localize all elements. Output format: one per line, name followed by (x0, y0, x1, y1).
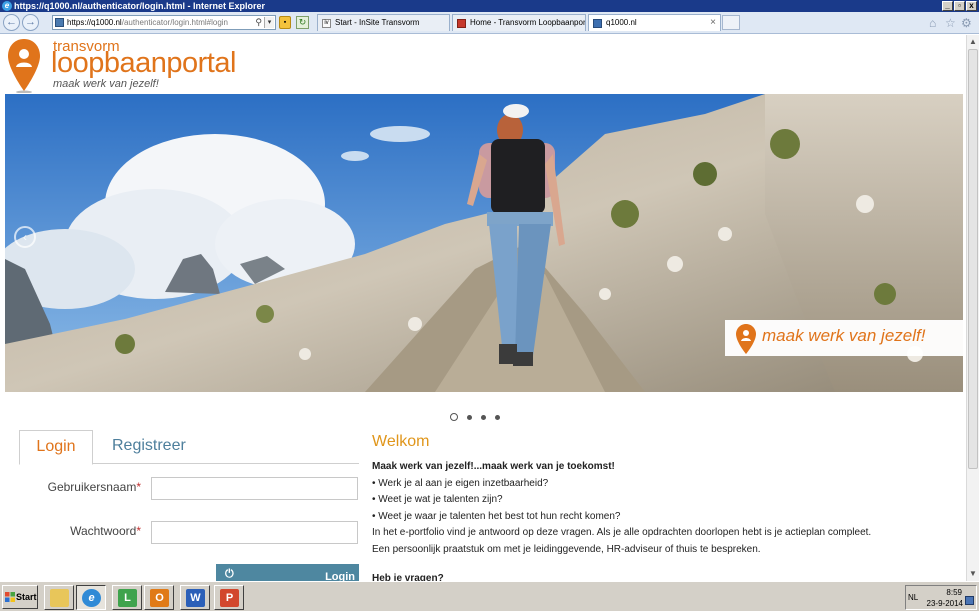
login-button[interactable]: ⏻ Login (216, 564, 359, 581)
folder-icon (50, 589, 69, 607)
password-label-text: Wachtwoord (70, 524, 137, 538)
hero-banner-text: maak werk van jezelf! (762, 326, 926, 345)
scroll-down-icon[interactable]: ▼ (967, 568, 979, 580)
location-pin-icon (736, 324, 756, 354)
auth-tabs: Login Registreer (19, 430, 359, 465)
lock-icon[interactable]: ▪ (279, 16, 291, 29)
clock-date[interactable]: 23-9-2014 (927, 599, 963, 608)
home-icon[interactable]: ⌂ (929, 16, 936, 30)
required-marker: * (136, 524, 141, 538)
portal-icon (457, 19, 466, 28)
site-favicon-icon (55, 18, 64, 27)
tab-login[interactable]: Login (19, 430, 93, 465)
page-scrollbar[interactable]: ▲ ▼ (966, 35, 979, 581)
carousel-dot[interactable] (495, 414, 500, 420)
tab-register[interactable]: Registreer (112, 430, 186, 464)
start-button[interactable]: Start (2, 585, 38, 609)
required-marker: * (136, 480, 141, 494)
close-window-button[interactable]: x (966, 1, 977, 11)
outlook-icon: O (150, 589, 169, 607)
refresh-icon[interactable]: ↻ (296, 16, 309, 29)
tab-q1000[interactable]: q1000.nl × (588, 14, 721, 31)
taskbar-powerpoint[interactable]: P (214, 585, 244, 610)
internet-explorer-icon: e (82, 589, 101, 607)
clock-time[interactable]: 8:59 (946, 588, 962, 597)
insite-icon: iv (322, 19, 331, 28)
welcome-bullet: • Weet je waar je talenten het best tot … (372, 510, 621, 522)
welcome-bullet: • Weet je wat je talenten zijn? (372, 494, 503, 505)
tab-close-icon[interactable]: × (710, 15, 716, 31)
tab-label: Start - InSite Transvorm (335, 18, 420, 27)
tab-insite[interactable]: iv Start - InSite Transvorm (317, 14, 450, 31)
welcome-paragraph: Een persoonlijk praatstuk om met je leid… (372, 543, 761, 555)
favorites-star-icon[interactable]: ☆ (945, 16, 956, 30)
tab-loopbaanportal[interactable]: Home - Transvorm Loopbaanportal (452, 14, 586, 31)
password-label: Wachtwoord* (16, 524, 141, 538)
carousel-dot[interactable] (467, 414, 472, 420)
hero-tagline-banner: maak werk van jezelf! (725, 320, 963, 356)
welcome-bullet: • Werk je al aan je eigen inzetbaarheid? (372, 477, 549, 489)
tab-label: Home - Transvorm Loopbaanportal (470, 18, 586, 27)
welcome-title: Welkom (372, 433, 430, 450)
taskbar-outlook[interactable]: O (144, 585, 174, 610)
lync-icon: L (118, 589, 137, 607)
site-logo[interactable]: transvorm loopbaanportal maak werk van j… (6, 37, 266, 93)
internet-explorer-icon: e (2, 1, 12, 11)
gear-icon[interactable]: ⚙ (961, 16, 972, 30)
scrollbar-thumb[interactable] (968, 49, 978, 469)
address-bar[interactable]: https://q1000.nl/authenticator/login.htm… (52, 15, 276, 30)
welcome-question-heading: Heb je vragen? (372, 573, 444, 581)
welcome-body: Maak werk van jezelf!...maak werk van je… (372, 459, 952, 558)
power-icon: ⏻ (225, 568, 234, 580)
welcome-paragraph: In het e-portfolio vind je antwoord op d… (372, 527, 872, 538)
username-field[interactable] (151, 477, 358, 500)
new-tab-button[interactable] (722, 15, 740, 30)
taskbar-explorer[interactable] (44, 585, 74, 610)
carousel-dot[interactable] (450, 413, 458, 421)
carousel-prev-arrow-icon[interactable]: ‹ (14, 226, 36, 248)
forward-button[interactable]: → (22, 14, 39, 31)
word-icon: W (186, 589, 205, 607)
powerpoint-icon: P (220, 589, 239, 607)
minimize-button[interactable]: _ (942, 1, 953, 11)
windows-flag-icon (5, 592, 15, 602)
system-tray: 8:59 23-9-2014 (905, 585, 977, 610)
back-button[interactable]: ← (3, 14, 20, 31)
page-viewport: transvorm loopbaanportal maak werk van j… (0, 35, 966, 581)
location-pin-icon (8, 39, 40, 93)
browser-toolbar: ← → https://q1000.nl/authenticator/login… (0, 12, 979, 34)
logo-tagline: maak werk van jezelf! (53, 78, 159, 90)
logo-brand-main: loopbaanportal (51, 47, 236, 79)
start-label: Start (16, 592, 37, 602)
taskbar-lync[interactable]: L (112, 585, 142, 610)
carousel-dot[interactable] (481, 414, 486, 420)
hero-carousel[interactable]: ‹ maak werk van jezelf! (5, 94, 963, 392)
address-url-host: https://q1000.nl (67, 18, 122, 27)
taskbar-word[interactable]: W (180, 585, 210, 610)
address-url-path: /authenticator/login.html#login (121, 18, 229, 27)
window-controls: _ ▫ x (942, 1, 977, 11)
page-icon (593, 19, 602, 28)
welcome-headline: Maak werk van jezelf!...maak werk van je… (372, 461, 615, 472)
login-button-label: Login (325, 571, 355, 581)
tab-label: q1000.nl (606, 18, 637, 27)
window-title: https://q1000.nl/authenticator/login.htm… (14, 1, 266, 11)
window-title-bar: e https://q1000.nl/authenticator/login.h… (0, 0, 979, 12)
username-label-text: Gebruikersnaam (47, 480, 137, 494)
maximize-button[interactable]: ▫ (954, 1, 965, 11)
taskbar-internet-explorer[interactable]: e (76, 585, 106, 610)
address-dropdown-icon[interactable]: ▾ (264, 17, 274, 28)
carousel-indicators (450, 413, 500, 421)
show-desktop-icon[interactable] (965, 596, 974, 605)
scroll-up-icon[interactable]: ▲ (967, 36, 979, 48)
windows-taskbar: Start e L O W P NL 8:59 23-9-2014 (0, 581, 979, 611)
search-icon[interactable]: ⚲ (255, 16, 262, 29)
password-field[interactable] (151, 521, 358, 544)
username-label: Gebruikersnaam* (16, 480, 141, 494)
